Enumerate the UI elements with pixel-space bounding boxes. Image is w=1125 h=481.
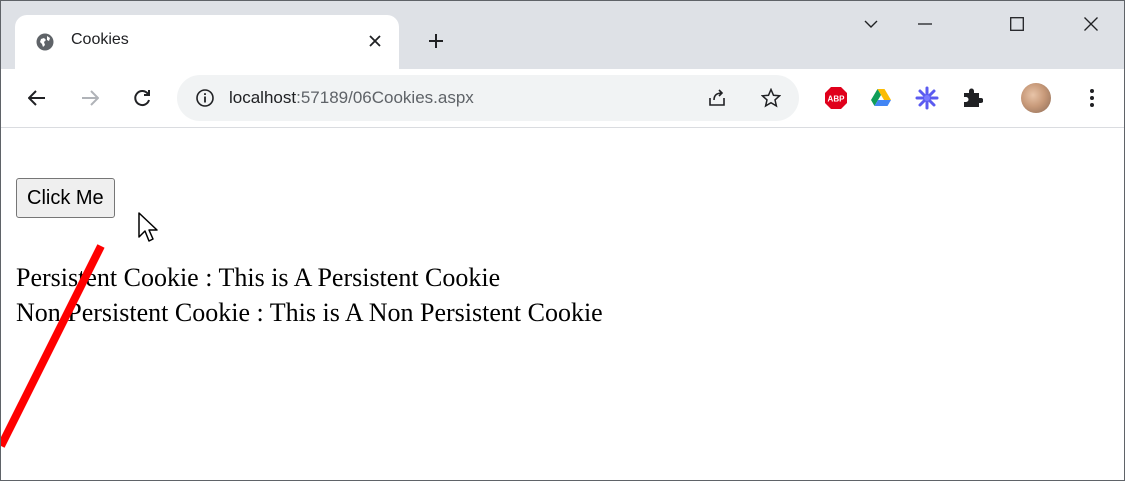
adblock-plus-icon[interactable]: ABP bbox=[820, 82, 852, 114]
close-window-icon[interactable] bbox=[1071, 9, 1111, 39]
tab-cookies[interactable]: Cookies bbox=[15, 15, 399, 69]
kebab-menu-icon[interactable] bbox=[1076, 82, 1108, 114]
profile-avatar[interactable] bbox=[1021, 83, 1051, 113]
forward-arrow-icon[interactable] bbox=[74, 82, 106, 114]
tab-title: Cookies bbox=[71, 31, 129, 48]
sparkle-extension-icon[interactable] bbox=[911, 82, 943, 114]
maximize-icon[interactable] bbox=[997, 9, 1037, 39]
click-me-button[interactable]: Click Me bbox=[16, 178, 115, 218]
address-bar[interactable]: localhost:57189/06Cookies.aspx bbox=[177, 75, 799, 121]
toolbar: localhost:57189/06Cookies.aspx ABP bbox=[1, 69, 1124, 128]
page-content: Click Me Persistent Cookie : This is A P… bbox=[1, 128, 1124, 480]
new-tab-plus-icon[interactable] bbox=[422, 27, 450, 55]
browser-window: Cookies localhost:57189/06Cookies.aspx A… bbox=[0, 0, 1125, 481]
non-persistent-cookie-text: Non Persistent Cookie : This is A Non Pe… bbox=[16, 298, 603, 327]
persistent-cookie-text: Persistent Cookie : This is A Persistent… bbox=[16, 263, 501, 292]
back-arrow-icon[interactable] bbox=[21, 82, 53, 114]
url-host: localhost bbox=[229, 88, 297, 107]
mouse-pointer-cursor-icon bbox=[138, 212, 158, 242]
url-text[interactable]: localhost:57189/06Cookies.aspx bbox=[229, 88, 474, 108]
google-drive-icon[interactable] bbox=[865, 82, 897, 114]
svg-text:ABP: ABP bbox=[828, 95, 846, 104]
puzzle-extensions-icon[interactable] bbox=[956, 82, 988, 114]
site-info-icon[interactable] bbox=[195, 88, 215, 108]
tab-close-icon[interactable] bbox=[364, 30, 386, 52]
globe-favicon-icon bbox=[36, 33, 54, 51]
reload-icon[interactable] bbox=[126, 82, 158, 114]
tab-search-chevron-down-icon[interactable] bbox=[851, 9, 891, 39]
bookmark-star-icon[interactable] bbox=[759, 86, 783, 110]
share-icon[interactable] bbox=[705, 86, 729, 110]
tab-strip: Cookies bbox=[1, 1, 1124, 69]
minimize-icon[interactable] bbox=[905, 9, 945, 39]
url-path: :57189/06Cookies.aspx bbox=[296, 88, 474, 107]
